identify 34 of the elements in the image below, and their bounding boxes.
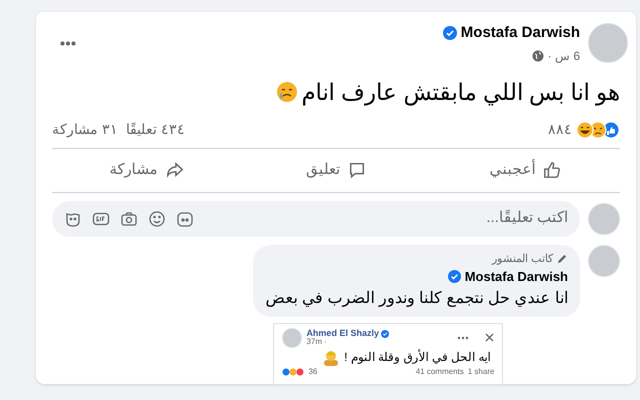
reaction-icons xyxy=(282,368,304,376)
speech-bubble-icon xyxy=(348,161,366,180)
pencil-icon xyxy=(557,253,568,264)
comment-count[interactable]: ٤٣٤ تعليقًا xyxy=(126,119,185,140)
comment-input[interactable]: اكتب تعليقًا... xyxy=(194,207,568,230)
reaction-count[interactable]: ٨٨٤ xyxy=(548,119,572,140)
shared-author: Ahmed El Shazly xyxy=(306,329,379,338)
author-label: كاتب المنشور xyxy=(492,252,553,267)
more-options-icon[interactable] xyxy=(60,40,76,46)
shared-share-count: 1 share xyxy=(468,366,494,378)
sticker-icon[interactable] xyxy=(176,210,194,228)
share-button[interactable]: مشاركة xyxy=(52,151,242,190)
share-count[interactable]: ٣١ مشاركة xyxy=(52,119,118,140)
author-name[interactable]: Mostafa Darwish xyxy=(460,22,580,44)
comment-button[interactable]: تعليق xyxy=(241,151,431,190)
post-time[interactable]: 6 س · xyxy=(548,46,580,64)
more-icon xyxy=(457,336,470,340)
close-icon xyxy=(485,333,494,342)
globe-icon xyxy=(532,50,544,62)
emoji-icon[interactable] xyxy=(148,210,166,228)
shared-comment-count: 41 comments xyxy=(416,366,464,378)
post-text: هو انا بس اللي مابقتش عارف انام xyxy=(302,78,620,108)
camera-icon[interactable] xyxy=(120,210,138,228)
comment-field[interactable]: اكتب تعليقًا... xyxy=(52,200,580,236)
reaction-icons xyxy=(576,120,620,138)
shared-reaction-count: 36 xyxy=(308,366,318,378)
shared-time: 37m · xyxy=(306,338,328,346)
shared-text: ايه الحل في الأرق وقلة النوم ! xyxy=(344,348,490,366)
like-button[interactable]: أعجبني xyxy=(430,151,620,190)
comment-author[interactable]: Mostafa Darwish xyxy=(464,267,568,286)
emoji-icon xyxy=(276,80,298,103)
share-arrow-icon xyxy=(166,161,184,180)
thumbs-up-icon xyxy=(543,161,562,180)
comment-text: انا عندي حل نتجمع كلنا وندور الضرب في بعض xyxy=(265,288,568,309)
